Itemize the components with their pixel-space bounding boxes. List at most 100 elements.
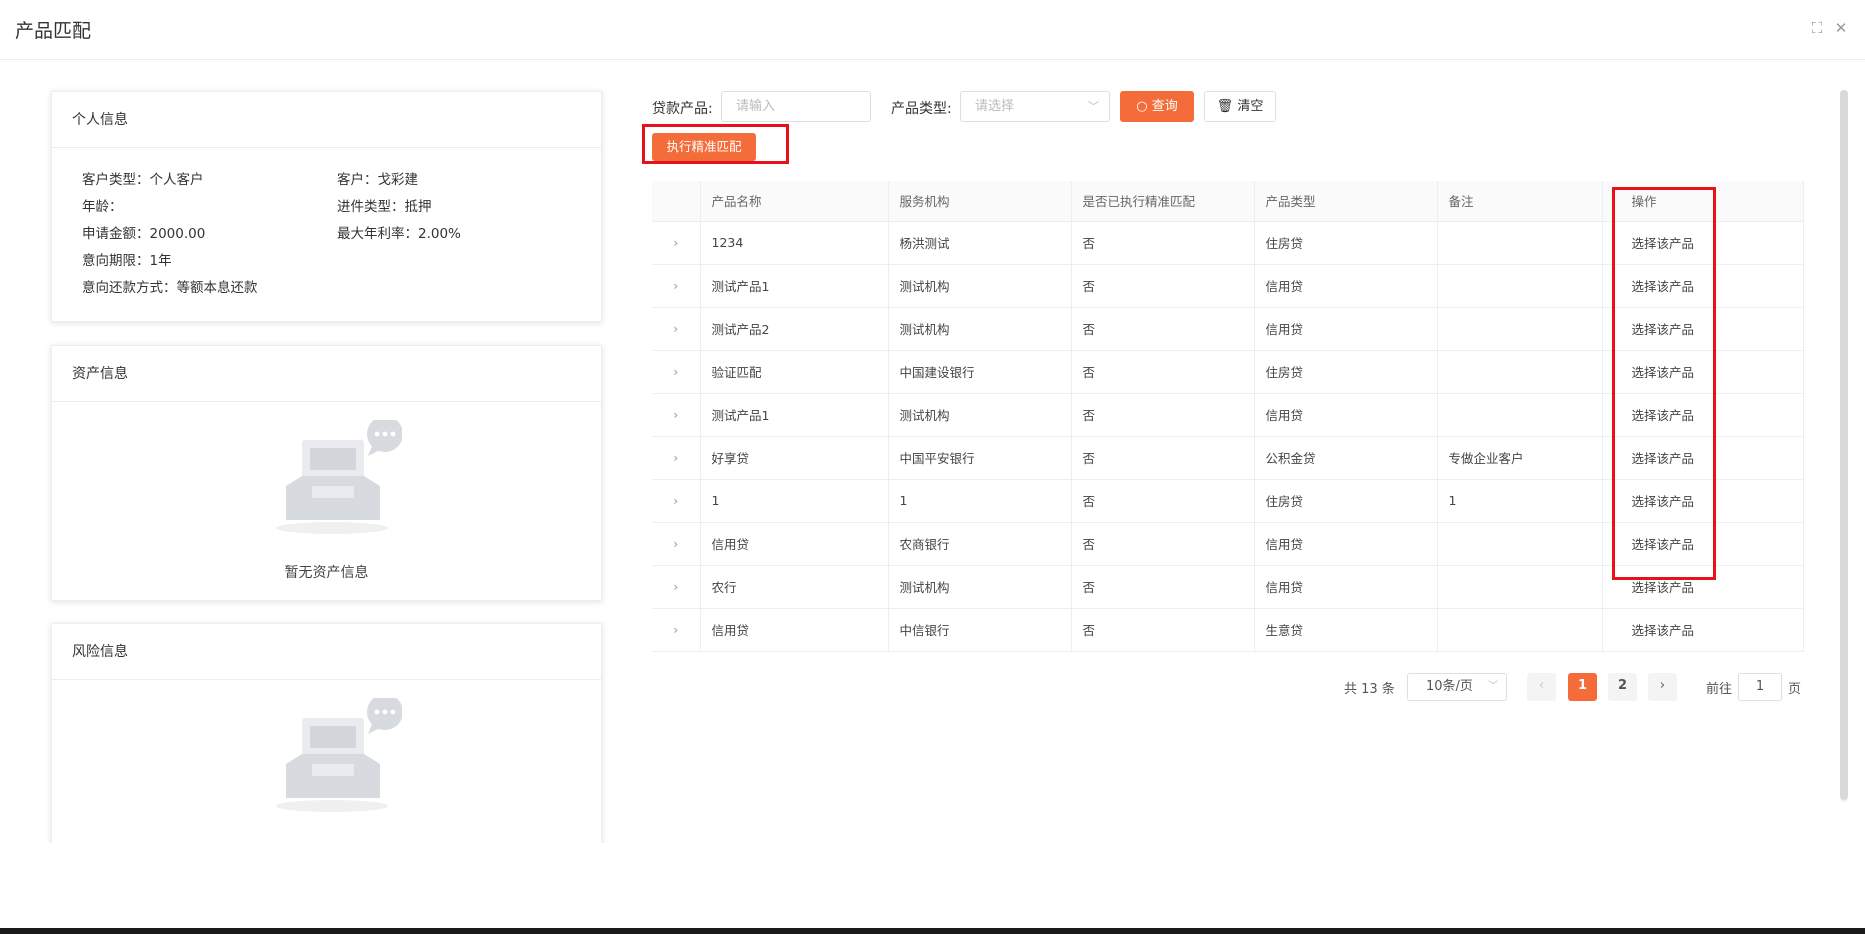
service-org-cell: 中信银行	[888, 608, 1072, 652]
clear-button[interactable]: 🗑 清空	[1204, 91, 1276, 122]
chevron-down-icon: ﹀	[1088, 100, 1099, 113]
scrollbar-thumb[interactable]	[1840, 90, 1848, 800]
product-name-cell: 测试产品2	[700, 307, 889, 351]
product-type-placeholder: 请选择	[975, 99, 1015, 114]
product-name-cell: 信用贷	[700, 522, 889, 566]
product-type-label: 产品类型:	[891, 101, 952, 117]
product-name-cell: 验证匹配	[700, 350, 889, 394]
query-button[interactable]: ○ 查询	[1120, 91, 1194, 122]
dialog-title: 产品匹配	[15, 20, 92, 42]
precise-matched-cell: 否	[1071, 436, 1255, 480]
service-org-cell: 农商银行	[888, 522, 1072, 566]
note-cell	[1437, 350, 1603, 394]
asset-empty-state: 暂无资产信息	[52, 402, 601, 602]
col-precise-matched: 是否已执行精准匹配	[1071, 181, 1255, 222]
product-type-cell: 生意贷	[1254, 608, 1438, 652]
close-icon[interactable]: ✕	[1832, 19, 1850, 37]
loan-product-label: 贷款产品:	[652, 101, 713, 117]
term: 意向期限：1年	[82, 253, 172, 269]
product-type-cell: 公积金贷	[1254, 436, 1438, 480]
expand-row-icon[interactable]: ›	[652, 522, 701, 566]
precise-matched-cell: 否	[1071, 264, 1255, 308]
service-org-cell: 测试机构	[888, 393, 1072, 437]
expand-row-icon[interactable]: ›	[652, 565, 701, 609]
precise-matched-cell: 否	[1071, 479, 1255, 523]
service-org-cell: 测试机构	[888, 307, 1072, 351]
loan-product-input[interactable]: 请输入	[721, 91, 871, 122]
precise-matched-cell: 否	[1071, 221, 1255, 265]
precise-matched-cell: 否	[1071, 565, 1255, 609]
goto-label: 前往	[1706, 682, 1733, 697]
taskbar-strip	[0, 928, 1865, 934]
note-cell	[1437, 221, 1603, 265]
expand-row-icon[interactable]: ›	[652, 436, 701, 480]
asset-info-card: 资产信息 暂无资产信息	[51, 345, 602, 601]
page-1-button[interactable]: 1	[1568, 673, 1597, 701]
risk-empty-state	[52, 680, 601, 843]
goto-page-input[interactable]: 1	[1738, 673, 1782, 701]
max-rate: 最大年利率：2.00%	[337, 226, 461, 242]
col-product-name: 产品名称	[700, 181, 889, 222]
search-icon: ○	[1136, 99, 1148, 114]
product-name-cell: 1	[700, 479, 889, 523]
product-match-dialog: 产品匹配 ⛶ ✕ 个人信息 客户类型：个人客户 客户：戈彩建 年龄： 进件类型：…	[0, 0, 1865, 934]
note-cell	[1437, 264, 1603, 308]
product-name-cell: 测试产品1	[700, 264, 889, 308]
customer-type: 客户类型：个人客户	[82, 172, 204, 188]
empty-inbox-icon	[276, 420, 402, 534]
service-org-cell: 测试机构	[888, 565, 1072, 609]
service-org-cell: 1	[888, 479, 1072, 523]
precise-matched-cell: 否	[1071, 307, 1255, 351]
service-org-cell: 中国建设银行	[888, 350, 1072, 394]
select-product-link[interactable]: 选择该产品	[1602, 608, 1804, 652]
service-org-cell: 测试机构	[888, 264, 1072, 308]
dialog-body: 个人信息 客户类型：个人客户 客户：戈彩建 年龄： 进件类型：抵押 申请金额：2…	[0, 61, 1865, 843]
expand-row-icon[interactable]: ›	[652, 307, 701, 351]
product-name-cell: 测试产品1	[700, 393, 889, 437]
table-row: › 信用贷 中信银行否生意贷 选择该产品	[652, 608, 1804, 652]
expand-row-icon[interactable]: ›	[652, 479, 701, 523]
expand-row-icon[interactable]: ›	[652, 393, 701, 437]
risk-info-card: 风险信息	[51, 623, 602, 843]
prev-page-button[interactable]: ‹	[1527, 673, 1556, 701]
customer-name: 客户：戈彩建	[337, 172, 418, 188]
next-page-button[interactable]: ›	[1648, 673, 1677, 701]
expand-header	[652, 181, 701, 222]
apply-amount: 申请金额：2000.00	[82, 226, 206, 242]
note-cell	[1437, 307, 1603, 351]
asset-info-title: 资产信息	[52, 346, 601, 402]
product-type-cell: 住房贷	[1254, 221, 1438, 265]
personal-info-body: 客户类型：个人客户 客户：戈彩建 年龄： 进件类型：抵押 申请金额：2000.0…	[52, 148, 601, 296]
clear-label: 清空	[1237, 99, 1264, 114]
query-label: 查询	[1151, 99, 1178, 114]
note-cell	[1437, 565, 1603, 609]
service-org-cell: 中国平安银行	[888, 436, 1072, 480]
note-cell: 专做企业客户	[1437, 436, 1603, 480]
product-type-cell: 信用贷	[1254, 522, 1438, 566]
expand-row-icon[interactable]: ›	[652, 221, 701, 265]
precise-matched-cell: 否	[1071, 522, 1255, 566]
empty-inbox-icon	[276, 698, 402, 812]
page-2-button[interactable]: 2	[1608, 673, 1637, 701]
risk-info-title: 风险信息	[52, 624, 601, 680]
expand-row-icon[interactable]: ›	[652, 350, 701, 394]
precise-matched-cell: 否	[1071, 350, 1255, 394]
action-column-highlight	[1612, 187, 1716, 580]
col-service-org: 服务机构	[888, 181, 1072, 222]
service-org-cell: 杨洪测试	[888, 221, 1072, 265]
maximize-icon[interactable]: ⛶	[1808, 19, 1826, 37]
dialog-header: 产品匹配 ⛶ ✕	[0, 0, 1865, 60]
age: 年龄：	[82, 199, 123, 215]
product-type-cell: 住房贷	[1254, 350, 1438, 394]
product-type-cell: 信用贷	[1254, 307, 1438, 351]
expand-row-icon[interactable]: ›	[652, 608, 701, 652]
expand-row-icon[interactable]: ›	[652, 264, 701, 308]
product-type-select[interactable]: 请选择 ﹀	[960, 91, 1110, 122]
col-product-type: 产品类型	[1254, 181, 1438, 222]
trash-icon: 🗑	[1216, 99, 1234, 114]
page-size-select[interactable]: 10条/页 ﹀	[1407, 673, 1507, 701]
col-note: 备注	[1437, 181, 1603, 222]
note-cell	[1437, 608, 1603, 652]
note-cell	[1437, 522, 1603, 566]
personal-info-card: 个人信息 客户类型：个人客户 客户：戈彩建 年龄： 进件类型：抵押 申请金额：2…	[51, 91, 602, 322]
